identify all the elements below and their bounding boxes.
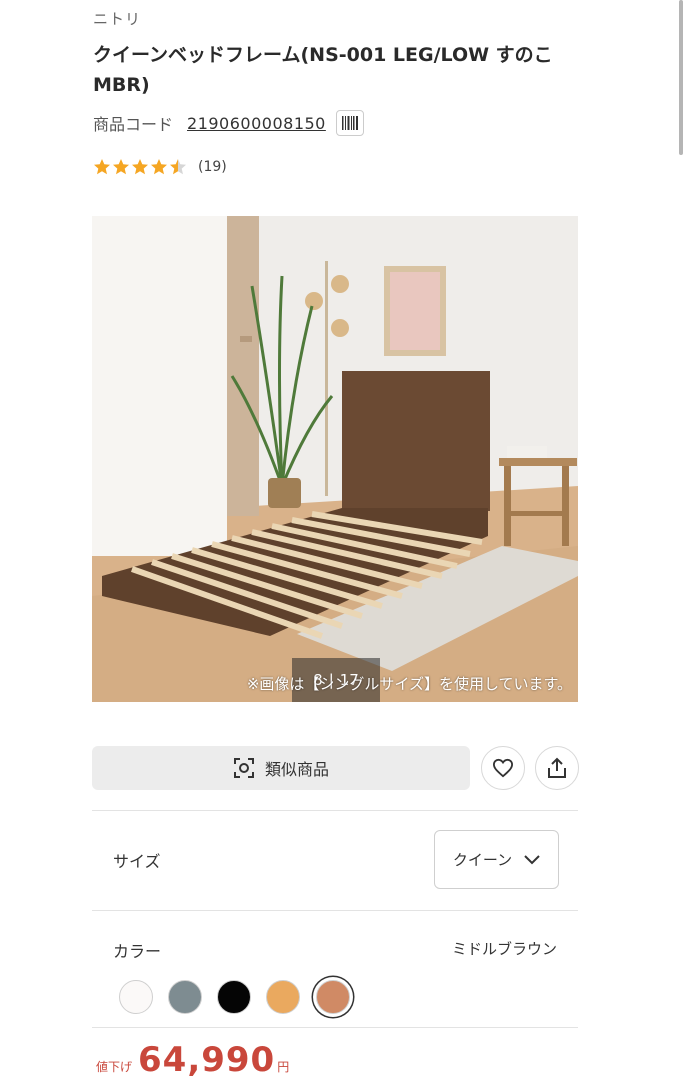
color-swatch-gray[interactable] [168, 980, 202, 1014]
favorite-button[interactable] [481, 746, 525, 790]
star-icon [132, 159, 148, 175]
review-count[interactable]: (19) [198, 159, 227, 175]
color-swatch-middle-brown[interactable] [316, 980, 350, 1014]
star-icon [170, 159, 186, 175]
share-button[interactable] [535, 746, 579, 790]
star-icon [151, 159, 167, 175]
divider [92, 910, 578, 911]
camera-scan-icon [233, 758, 254, 778]
brand-name[interactable]: ニトリ [93, 8, 141, 29]
heart-icon [492, 758, 514, 778]
similar-products-button[interactable]: 類似商品 [92, 746, 470, 790]
product-code-value[interactable]: 2190600008150 [187, 114, 326, 133]
image-caption: ※画像は【シングルサイズ】を使用しています。 [246, 675, 572, 693]
product-image[interactable]: 8 | 17 ※画像は【シングルサイズ】を使用しています。 [92, 216, 578, 702]
barcode-icon[interactable] [335, 110, 364, 136]
color-swatch-black[interactable] [217, 980, 251, 1014]
size-select[interactable]: クイーン [434, 830, 559, 889]
product-title: クイーンベッドフレーム(NS-001 LEG/LOW すのこ MBR) [93, 44, 553, 96]
bed-photo [92, 216, 578, 702]
color-swatch-white[interactable] [119, 980, 153, 1014]
product-code-label: 商品コード [93, 115, 174, 134]
price-value: 64,990 [138, 1040, 276, 1080]
price-unit: 円 [277, 1060, 290, 1074]
similar-products-label: 類似商品 [264, 760, 329, 779]
size-label: サイズ [113, 852, 161, 871]
star-icon [113, 159, 129, 175]
product-code-row: 商品コード 2190600008150 [93, 110, 364, 136]
price-badge: 値下げ [96, 1060, 133, 1074]
divider [92, 810, 578, 811]
share-icon [548, 757, 566, 778]
chevron-down-icon [524, 854, 540, 864]
color-selected-value: ミドルブラウン [451, 940, 557, 958]
page-scrollbar[interactable] [679, 0, 683, 155]
size-selected-value: クイーン [452, 851, 513, 869]
rating-stars [93, 158, 188, 176]
divider [92, 1027, 578, 1028]
price-row: 値下げ 64,990 円 [96, 1040, 289, 1080]
color-label: カラー [113, 942, 162, 961]
star-icon [94, 159, 110, 175]
color-swatch-light-brown[interactable] [266, 980, 300, 1014]
rating-row[interactable]: (19) [93, 158, 227, 176]
